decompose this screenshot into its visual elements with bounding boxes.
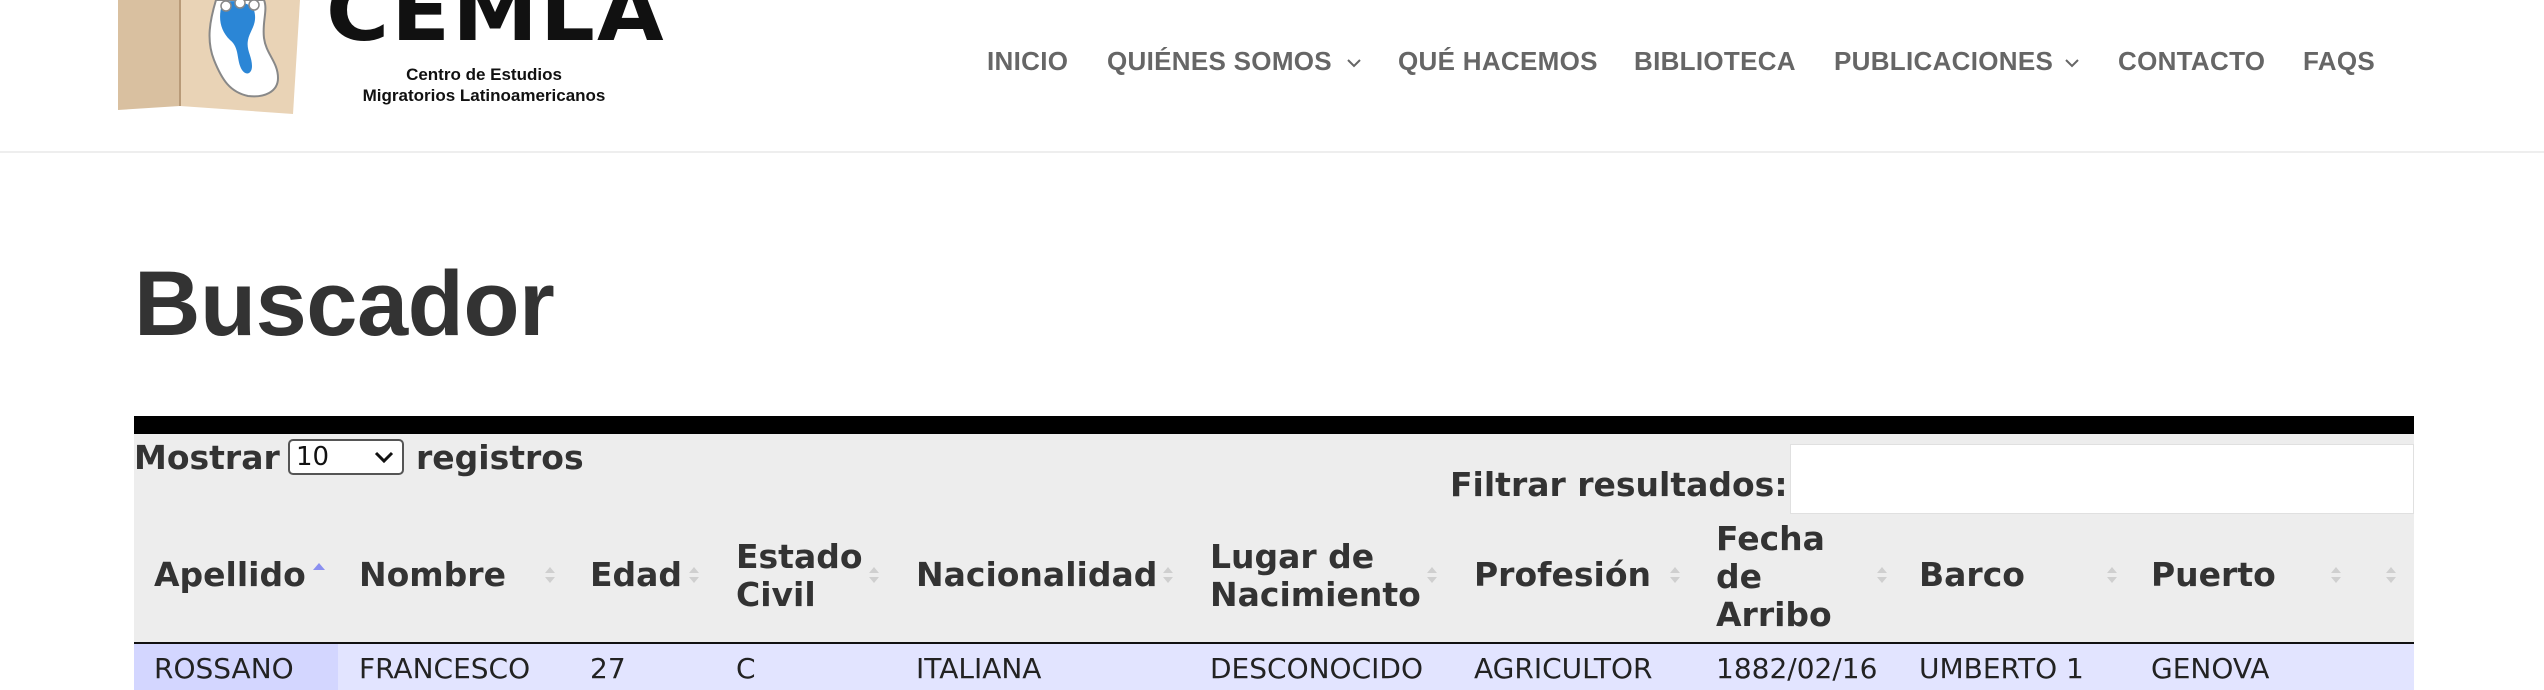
cell-lugar-de-nacimiento: DESCONOCIDO [1210, 652, 1424, 685]
cell-apellido: ROSSANO [154, 652, 294, 685]
column-header-profesion[interactable]: Profesión [1474, 556, 1651, 594]
sort-both-icon [869, 567, 879, 583]
sort-both-icon [1163, 567, 1173, 583]
chevron-down-icon[interactable] [1346, 56, 1362, 70]
sort-both-icon [1877, 567, 1887, 583]
column-header-label: Nacionalidad [916, 555, 1158, 594]
chevron-down-icon [374, 451, 394, 464]
sort-both-icon [2107, 567, 2117, 583]
sort-both-icon [1427, 567, 1437, 583]
sort-both-icon [2331, 567, 2341, 583]
length-prefix-label: Mostrar [134, 438, 280, 477]
column-header-nombre[interactable]: Nombre [359, 556, 506, 594]
cell-barco: UMBERTO 1 [1919, 652, 2084, 685]
sort-both-icon [545, 567, 555, 583]
nav-item-inicio[interactable]: INICIO [987, 46, 1068, 77]
sort-ascending-icon [313, 563, 325, 570]
nav-item-quienes-somos[interactable]: QUIÉNES SOMOS [1107, 46, 1332, 77]
column-header-nacionalidad[interactable]: Nacionalidad [916, 556, 1157, 594]
table-row[interactable]: ROSSANO FRANCESCO 27 C ITALIANA DESCONOC… [134, 642, 2414, 690]
chevron-down-icon[interactable] [2064, 56, 2080, 70]
column-header-lugar-de-nacimiento[interactable]: Lugar de Nacimiento [1210, 538, 1421, 614]
results-table: Mostrar registros 10 Filtrar resultados:… [134, 416, 2414, 690]
page-title: Buscador [134, 253, 555, 355]
column-header-label-line-2: de [1716, 557, 1763, 596]
column-header-label-line-1: Fecha [1716, 519, 1825, 558]
sort-both-icon [1670, 567, 1680, 583]
column-header-label-line-3: Arribo [1716, 595, 1832, 634]
nav-item-biblioteca[interactable]: BIBLIOTECA [1634, 46, 1796, 77]
column-header-apellido[interactable]: Apellido [154, 556, 306, 594]
column-header-estado-civil[interactable]: Estado Civil [736, 538, 863, 614]
column-header-barco[interactable]: Barco [1919, 556, 2025, 594]
cell-puerto: GENOVA [2151, 652, 2270, 685]
sort-both-icon [689, 567, 699, 583]
column-header-label: Apellido [154, 555, 306, 594]
column-header-label: Edad [590, 555, 683, 594]
filter-label: Filtrar resultados: [1450, 465, 1788, 504]
nav-item-que-hacemos[interactable]: QUÉ HACEMOS [1398, 46, 1598, 77]
column-header-puerto[interactable]: Puerto [2151, 556, 2276, 594]
column-header-label: Puerto [2151, 555, 2276, 594]
cell-edad: 27 [590, 652, 626, 685]
column-header-label-line-1: Lugar de [1210, 537, 1375, 576]
logo-subtitle-line-2: Migratorios Latinoamericanos [362, 86, 606, 105]
table-top-border [134, 416, 2414, 434]
column-header-label-line-1: Estado [736, 537, 863, 576]
column-header-edad[interactable]: Edad [590, 556, 682, 594]
cell-profesion: AGRICULTOR [1474, 652, 1653, 685]
column-header-fecha-de-arribo[interactable]: Fecha de Arribo [1716, 520, 1832, 634]
column-header-label-line-2: Nacimiento [1210, 575, 1421, 614]
main-nav: INICIO QUIÉNES SOMOS QUÉ HACEMOS BIBLIOT… [0, 46, 2544, 80]
cell-fecha-de-arribo: 1882/02/16 [1716, 652, 1878, 685]
records-per-page-select[interactable]: 10 [288, 439, 404, 475]
nav-item-publicaciones[interactable]: PUBLICACIONES [1834, 46, 2053, 77]
records-per-page-value: 10 [296, 442, 330, 472]
cell-estado-civil: C [736, 652, 756, 685]
column-header-label-line-2: Civil [736, 575, 816, 614]
column-header-label: Profesión [1474, 555, 1651, 594]
length-suffix-label: registros [416, 438, 584, 477]
cell-nacionalidad: ITALIANA [916, 652, 1042, 685]
cell-nombre: FRANCESCO [359, 652, 531, 685]
site-header: CEMLA Centro de Estudios Migratorios Lat… [0, 0, 2544, 153]
filter-input[interactable] [1790, 444, 2414, 514]
sort-both-icon [2386, 567, 2396, 583]
column-header-label: Nombre [359, 555, 506, 594]
nav-item-contacto[interactable]: CONTACTO [2118, 46, 2265, 77]
column-header-label: Barco [1919, 555, 2025, 594]
nav-item-faqs[interactable]: FAQS [2303, 46, 2375, 77]
